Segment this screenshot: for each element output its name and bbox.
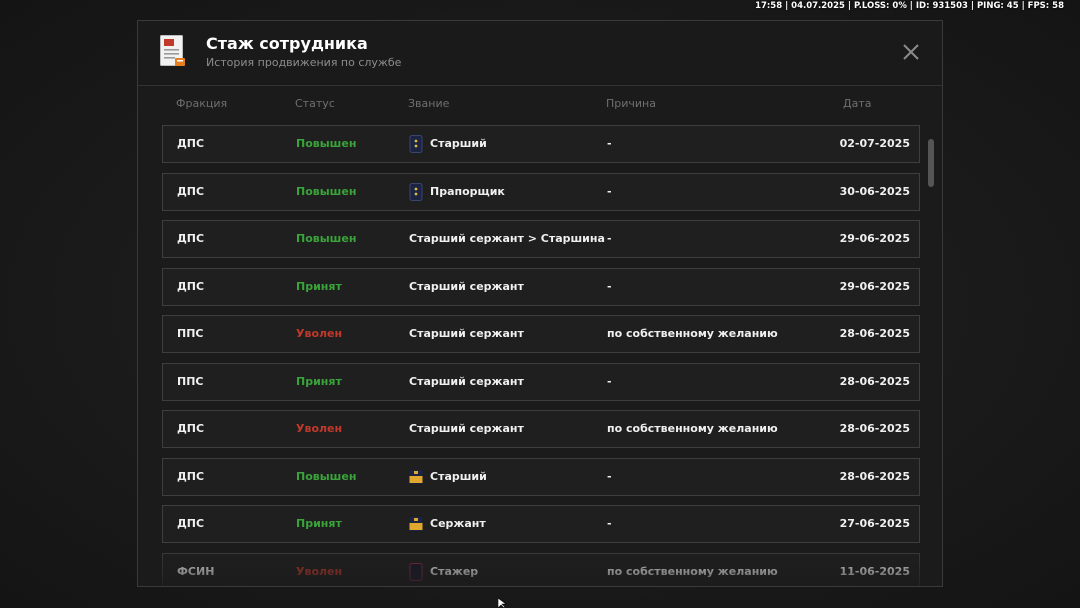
- table-row: ДПС Принят Старший сержант - 29-06-2025: [162, 267, 920, 306]
- table-row: ДПС Повышен Прапорщик - 30-06-2025: [162, 172, 920, 211]
- column-header-status: Статус: [295, 97, 335, 110]
- row-faction: ДПС: [177, 137, 205, 150]
- row-rank: Старший сержант > Старшина: [409, 221, 605, 257]
- row-date: 28-06-2025: [839, 374, 910, 388]
- row-rank-label: Прапорщик: [430, 184, 505, 198]
- row-status: Повышен: [296, 184, 357, 198]
- row-rank-label: Старший сержант > Старшина: [409, 232, 605, 245]
- row-rank-label: Старший: [430, 137, 487, 150]
- row-reason: -: [607, 374, 612, 388]
- dialog-header: Стаж сотрудника История продвижения по с…: [138, 21, 942, 86]
- table-row: ДПС Повышен Старший - 02-07-2025: [162, 125, 920, 163]
- row-date: 30-06-2025: [839, 184, 910, 198]
- row-rank: Старший сержант: [409, 269, 524, 305]
- row-rank: Старший сержант: [409, 411, 524, 447]
- hud-status-bar: 17:58 | 04.07.2025 | P.LOSS: 0% | ID: 93…: [755, 1, 1064, 11]
- table-header: Фракция Статус Звание Причина Дата: [138, 97, 942, 113]
- column-header-date: Дата: [843, 97, 872, 110]
- row-status: Уволен: [296, 327, 343, 340]
- row-reason: по собственному желанию: [607, 422, 778, 435]
- table-row: ДПС Уволен Старший сержант по собственному …: [162, 410, 920, 448]
- row-rank-label: Сержант: [430, 517, 486, 530]
- table-row: ДПС Повышен Старший - 28-06-2025: [162, 457, 920, 496]
- row-reason: -: [607, 232, 612, 245]
- row-rank-label: Старший сержант: [409, 374, 524, 388]
- row-date: 28-06-2025: [839, 469, 910, 483]
- row-rank-label: Старший сержант: [409, 279, 524, 293]
- row-status: Принят: [296, 374, 342, 388]
- gold-stripe-icon: [409, 469, 423, 484]
- row-rank: Прапорщик: [409, 174, 505, 210]
- row-status: Повышен: [296, 232, 357, 245]
- row-reason: по собственному желанию: [607, 327, 778, 340]
- row-reason: -: [607, 469, 612, 483]
- row-faction: ДПС: [177, 469, 205, 483]
- history-table: ДПС Повышен Старший - 02-07-2025 ДПС Повышен Пр…: [162, 125, 920, 587]
- row-reason: -: [607, 137, 612, 150]
- row-date: 27-06-2025: [839, 517, 910, 530]
- navy-epaulette-icon: [409, 182, 423, 201]
- row-rank-label: Старший сержант: [409, 327, 524, 340]
- row-rank: Старший: [409, 459, 487, 495]
- table-row: ППС Принят Старший сержант - 28-06-2025: [162, 362, 920, 401]
- column-header-rank: Звание: [408, 97, 450, 110]
- row-reason: -: [607, 517, 612, 530]
- dialog-subtitle: История продвижения по службе: [206, 56, 402, 69]
- employee-seniority-dialog: Стаж сотрудника История продвижения по с…: [137, 20, 943, 587]
- row-rank: Старший сержант: [409, 364, 524, 400]
- row-faction: ППС: [177, 327, 204, 340]
- table-row: ФСИН Уволен Стажер по собственному желанию 1…: [162, 552, 920, 587]
- close-icon[interactable]: [900, 41, 922, 63]
- row-faction: ДПС: [177, 422, 205, 435]
- row-faction: ФСИН: [177, 564, 215, 578]
- row-faction: ДПС: [177, 279, 205, 293]
- row-status: Уволен: [296, 422, 343, 435]
- scrollbar-thumb[interactable]: [928, 139, 934, 187]
- row-date: 28-06-2025: [839, 422, 910, 435]
- gold-stripe-icon: [409, 517, 423, 531]
- plain-epaulette-icon: [409, 562, 423, 581]
- row-rank-label: Старший: [430, 469, 487, 483]
- table-row: ДПС Повышен Старший сержант > Старшина - 29-…: [162, 220, 920, 258]
- row-rank-label: Стажер: [430, 564, 479, 578]
- navy-epaulette-icon: [409, 135, 423, 153]
- row-rank: Старший: [409, 126, 487, 162]
- column-header-faction: Фракция: [176, 97, 228, 110]
- column-header-reason: Причина: [606, 97, 656, 110]
- table-row: ППС Уволен Старший сержант по собственному …: [162, 315, 920, 353]
- row-reason: -: [607, 279, 612, 293]
- row-faction: ДПС: [177, 184, 205, 198]
- row-rank-label: Старший сержант: [409, 422, 524, 435]
- row-status: Повышен: [296, 469, 357, 483]
- row-rank: Сержант: [409, 506, 486, 542]
- row-faction: ДПС: [177, 517, 205, 530]
- row-reason: по собственному желанию: [607, 564, 778, 578]
- row-date: 02-07-2025: [839, 137, 910, 150]
- row-date: 11-06-2025: [839, 564, 910, 578]
- row-status: Принят: [296, 517, 342, 530]
- row-status: Уволен: [296, 564, 343, 578]
- row-faction: ДПС: [177, 232, 205, 245]
- dialog-title: Стаж сотрудника: [206, 34, 368, 53]
- row-reason: -: [607, 184, 612, 198]
- table-row: ДПС Принят Сержант - 27-06-2025: [162, 505, 920, 543]
- row-rank: Старший сержант: [409, 316, 524, 352]
- row-date: 28-06-2025: [839, 327, 910, 340]
- document-icon: [160, 35, 185, 66]
- row-date: 29-06-2025: [839, 232, 910, 245]
- row-status: Принят: [296, 279, 342, 293]
- mouse-cursor-icon: [498, 598, 507, 608]
- row-rank: Стажер: [409, 554, 479, 587]
- row-faction: ППС: [177, 374, 204, 388]
- row-status: Повышен: [296, 137, 357, 150]
- row-date: 29-06-2025: [839, 279, 910, 293]
